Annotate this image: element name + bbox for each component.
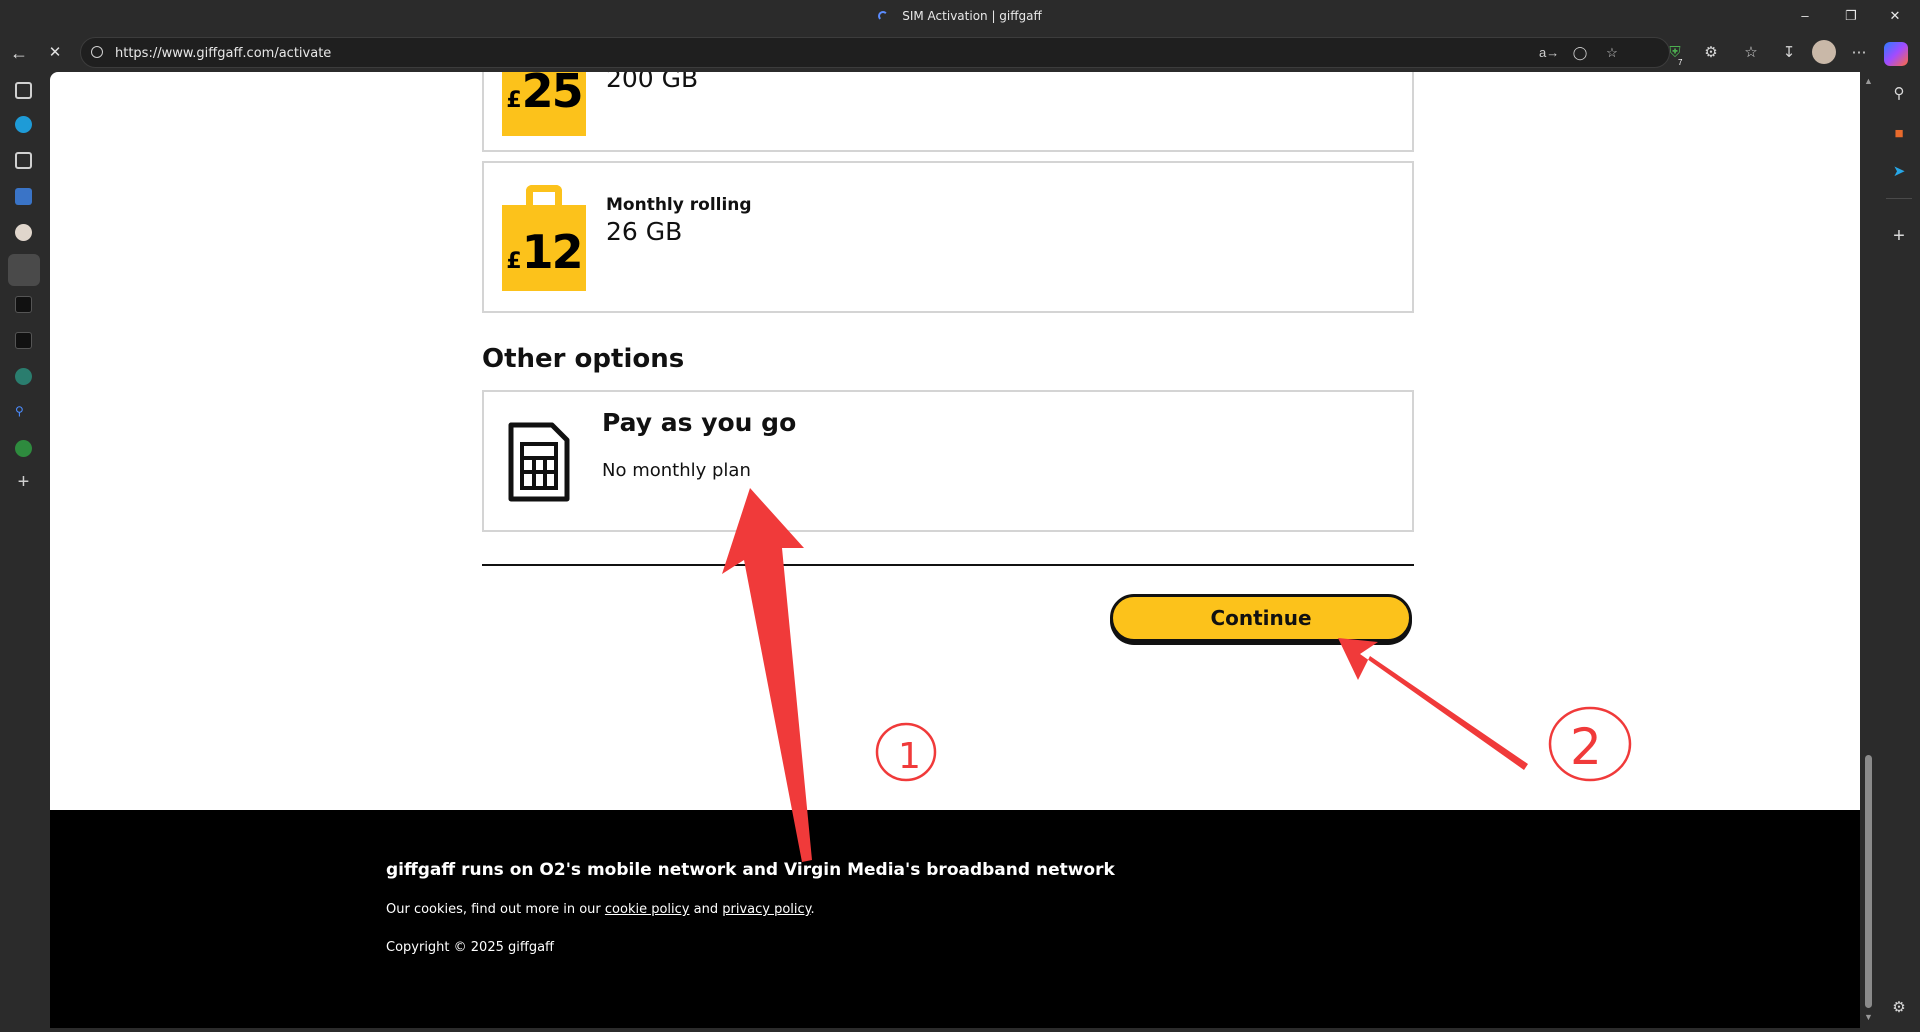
window-titlebar: SIM Activation | giffgaff – ❐ ✕ [0,0,1920,34]
tab-v-icon[interactable] [15,188,32,205]
shield-extension-icon[interactable]: ⛨ 7 [1664,42,1686,67]
other-options-heading: Other options [482,344,685,374]
loading-spinner-icon [878,11,889,21]
tab-avatar-icon[interactable] [15,224,32,241]
window-title: SIM Activation | giffgaff [0,9,1920,23]
plan-data-amount: 200 GB [606,72,699,93]
back-button[interactable]: ← [8,42,30,64]
scroll-up-arrow-icon[interactable]: ▲ [1864,76,1873,86]
tab-shield-icon[interactable] [15,440,32,457]
stop-loading-button[interactable]: ✕ [44,42,66,64]
sidebar-add-icon[interactable]: + [1889,226,1909,246]
extensions-icon[interactable]: ⚙ [1700,42,1722,64]
extension-badge: 7 [1678,58,1683,67]
translate-icon[interactable]: a→ [1539,44,1559,62]
section-divider [482,564,1414,566]
tab-calendar-icon[interactable] [15,152,32,169]
price-tag-icon: £25 [502,72,586,136]
sidebar-divider [1886,198,1912,199]
restore-button[interactable]: ❐ [1836,6,1866,26]
plan-card-12[interactable]: £12 Monthly rolling 26 GB [482,161,1414,313]
minimize-button[interactable]: – [1790,6,1820,26]
cookie-policy-link[interactable]: cookie policy [605,902,690,917]
tab-title: SIM Activation | giffgaff [902,9,1042,23]
favorite-star-icon[interactable]: ☆ [1603,44,1621,62]
tab-globe-icon[interactable] [15,368,32,385]
continue-button[interactable]: Continue [1110,594,1412,642]
sidebar-settings-gear-icon[interactable]: ⚙ [1889,998,1909,1018]
payg-subtitle: No monthly plan [602,460,751,481]
sidebar-search-icon[interactable]: ⚲ [1889,84,1909,104]
reader-icon[interactable]: ◯ [1571,44,1589,62]
profile-avatar[interactable] [1812,40,1836,64]
downloads-icon[interactable]: ↧ [1778,42,1800,64]
favorites-icon[interactable]: ☆ [1740,42,1762,64]
plan-card-25[interactable]: £25 200 GB [482,72,1414,152]
sidebar-telegram-icon[interactable]: ➤ [1889,162,1909,182]
new-tab-plus-icon[interactable]: + [15,472,32,492]
privacy-policy-link[interactable]: privacy policy [722,902,810,917]
browser-toolbar: ← ✕ https://www.giffgaff.com/activate a→… [0,34,1920,72]
copilot-icon[interactable] [1884,42,1908,66]
more-menu-icon[interactable]: ⋯ [1848,42,1870,64]
cookie-suffix: . [810,902,815,917]
vertical-tab-strip: ⚲ + [0,72,50,1032]
tab-active[interactable] [8,254,40,286]
payg-title: Pay as you go [602,408,797,437]
site-footer: giffgaff runs on O2's mobile network and… [50,810,1860,1028]
price-bag-icon: £12 [502,185,586,291]
price-amount: 25 [521,72,584,118]
plan-data-amount: 26 GB [606,217,683,246]
scroll-down-arrow-icon[interactable]: ▼ [1864,1012,1873,1022]
scrollbar-thumb[interactable] [1865,755,1872,1008]
plan-price: £25 [502,72,586,118]
tab-edge-icon[interactable] [15,116,32,133]
tab-giffgaff-icon[interactable] [15,296,32,313]
payg-option-card[interactable]: Pay as you go No monthly plan [482,390,1414,532]
close-window-button[interactable]: ✕ [1880,6,1910,26]
site-info-icon[interactable] [91,46,103,58]
price-amount: 12 [521,225,584,279]
bag-handle [526,185,562,209]
footer-copyright: Copyright © 2025 giffgaff [386,940,554,955]
price-symbol: £ [506,88,522,113]
footer-cookie-text: Our cookies, find out more in our cookie… [386,902,815,917]
url-text: https://www.giffgaff.com/activate [115,46,332,61]
sim-card-icon [508,422,570,502]
plan-name: Monthly rolling [606,195,752,215]
sidebar-tools-icon[interactable]: ■ [1889,124,1909,144]
tab-giffgaff-icon[interactable] [15,332,32,349]
plan-price: £12 [502,225,586,279]
tab-actions-icon[interactable] [15,82,32,99]
cookie-and: and [693,902,719,917]
footer-network-statement: giffgaff runs on O2's mobile network and… [386,860,1115,880]
right-sidebar: ⚲ ■ ➤ + ⚙ [1878,72,1920,1032]
price-symbol: £ [506,249,522,274]
tab-search-icon[interactable]: ⚲ [15,404,32,421]
cookie-prefix: Our cookies, find out more in our [386,902,601,917]
page-viewport: £25 200 GB £12 Monthly rolling 26 GB Oth… [50,72,1860,1028]
page-scrollbar[interactable]: ▲ ▼ [1860,72,1878,1028]
address-bar[interactable]: https://www.giffgaff.com/activate a→ ◯ ☆ [80,37,1670,68]
